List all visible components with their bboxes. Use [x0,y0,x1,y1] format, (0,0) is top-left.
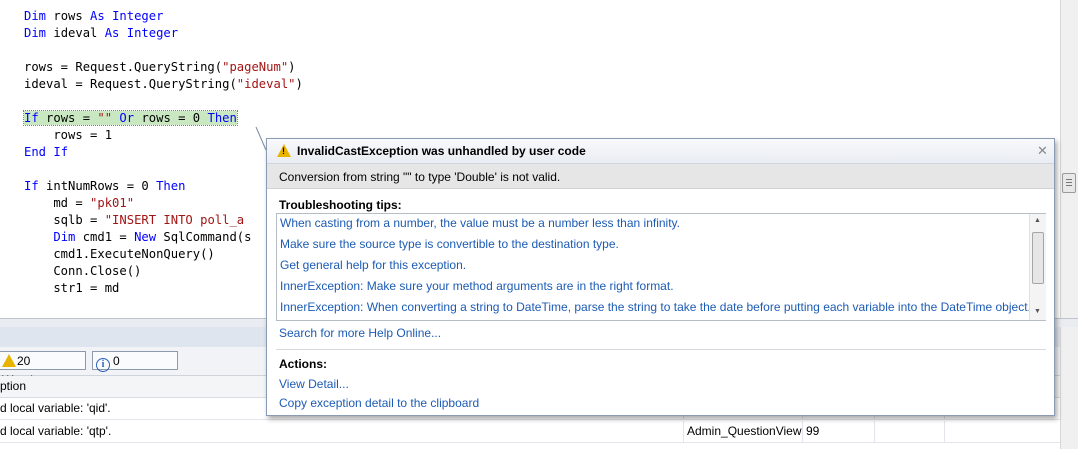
tip-link[interactable]: InnerException: Make sure your method ar… [280,279,674,293]
popup-header: ! InvalidCastException was unhandled by … [267,139,1054,164]
exception-assistant-popup: ! InvalidCastException was unhandled by … [266,138,1055,416]
copy-exception-detail-link[interactable]: Copy exception detail to the clipboard [279,396,479,410]
troubleshooting-tips-label: Troubleshooting tips: [279,198,402,212]
tips-scrollbar[interactable]: ▲ ▼ [1029,214,1046,320]
troubleshooting-tips-list: When casting from a number, the value mu… [276,213,1046,321]
exception-title: InvalidCastException was unhandled by us… [297,144,586,158]
tip-link[interactable]: Get general help for this exception. [280,258,466,272]
actions-label: Actions: [279,357,327,371]
scroll-up-icon[interactable]: ▲ [1034,217,1041,224]
warning-icon: ! [277,144,291,157]
exception-message: Conversion from string "" to type 'Doubl… [279,170,561,184]
tip-link[interactable]: Make sure the source type is convertible… [280,237,619,251]
divider [276,349,1046,350]
exception-message-bar: Conversion from string "" to type 'Doubl… [267,164,1054,189]
search-help-online-link[interactable]: Search for more Help Online... [279,326,441,340]
tips-scroll-thumb[interactable] [1032,232,1044,284]
scroll-down-icon[interactable]: ▼ [1034,308,1041,315]
tip-link[interactable]: InnerException: When converting a string… [280,300,1031,314]
tip-link[interactable]: When casting from a number, the value mu… [280,216,680,230]
warning-glyph: ! [282,146,285,156]
view-detail-link[interactable]: View Detail... [279,377,349,391]
close-icon[interactable]: ✕ [1037,143,1048,159]
